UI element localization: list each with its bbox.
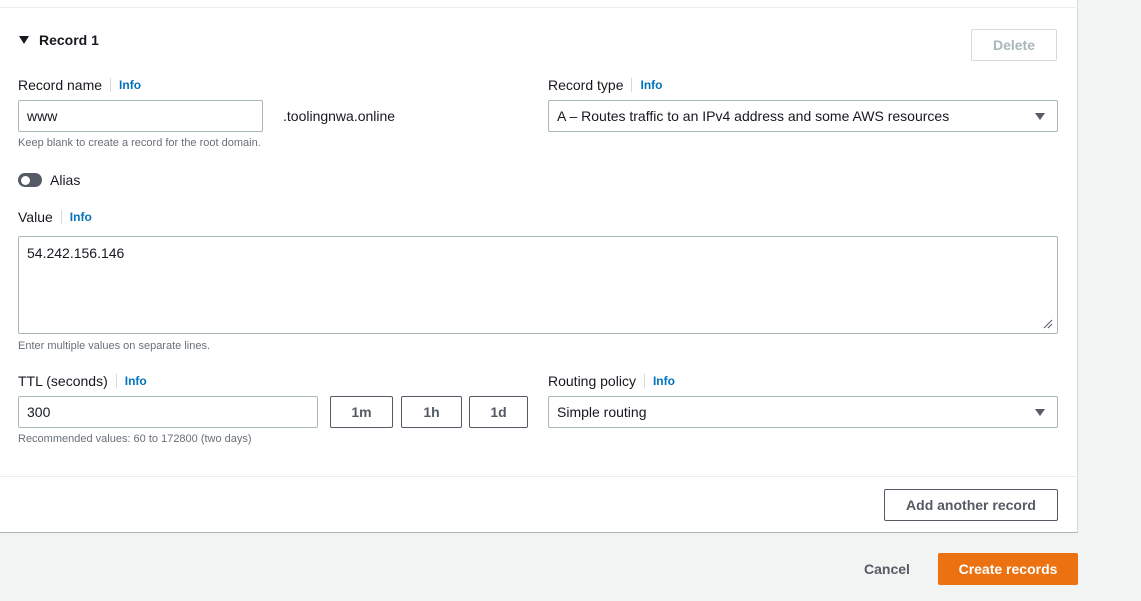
delete-button[interactable]: Delete bbox=[971, 29, 1057, 61]
cancel-button[interactable]: Cancel bbox=[864, 561, 910, 577]
routing-policy-label: Routing policy bbox=[548, 373, 636, 389]
record-panel: Record 1 Delete Record name Info www .to… bbox=[0, 0, 1078, 533]
ttl-label: TTL (seconds) bbox=[18, 373, 108, 389]
record-type-label: Record type bbox=[548, 77, 624, 93]
routing-policy-label-group: Routing policy Info bbox=[548, 373, 675, 389]
value-text: 54.242.156.146 bbox=[27, 245, 125, 261]
toggle-knob bbox=[21, 176, 30, 185]
alias-toggle[interactable] bbox=[18, 173, 42, 187]
value-label-group: Value Info bbox=[18, 209, 92, 225]
caret-down-icon bbox=[1035, 409, 1045, 416]
record-type-value: A – Routes traffic to an IPv4 address an… bbox=[557, 108, 950, 124]
resize-handle-icon[interactable] bbox=[1043, 319, 1053, 329]
ttl-info-link[interactable]: Info bbox=[115, 374, 147, 388]
record-type-info-link[interactable]: Info bbox=[631, 78, 662, 92]
record-header[interactable]: Record 1 bbox=[19, 32, 99, 48]
ttl-1h-button[interactable]: 1h bbox=[401, 396, 462, 428]
routing-policy-info-link[interactable]: Info bbox=[643, 374, 675, 388]
caret-down-icon bbox=[1035, 113, 1045, 120]
ttl-1d-button[interactable]: 1d bbox=[469, 396, 528, 428]
record-type-label-group: Record type Info bbox=[548, 77, 662, 93]
record-name-info-link[interactable]: Info bbox=[110, 78, 141, 92]
alias-toggle-group[interactable]: Alias bbox=[18, 172, 80, 188]
record-name-label: Record name bbox=[18, 77, 103, 93]
caret-down-icon bbox=[19, 36, 29, 44]
record-title: Record 1 bbox=[39, 32, 99, 48]
value-hint: Enter multiple values on separate lines. bbox=[18, 340, 210, 352]
value-info-link[interactable]: Info bbox=[60, 210, 92, 224]
routing-policy-select[interactable]: Simple routing bbox=[548, 396, 1058, 428]
create-records-button[interactable]: Create records bbox=[938, 553, 1078, 585]
ttl-input[interactable]: 300 bbox=[18, 396, 318, 428]
record-name-input[interactable]: www bbox=[18, 100, 263, 132]
record-name-label-group: Record name Info bbox=[18, 77, 141, 93]
record-type-select[interactable]: A – Routes traffic to an IPv4 address an… bbox=[548, 100, 1058, 132]
ttl-label-group: TTL (seconds) Info bbox=[18, 373, 147, 389]
value-textarea[interactable]: 54.242.156.146 bbox=[18, 236, 1058, 334]
routing-policy-value: Simple routing bbox=[557, 404, 647, 420]
add-another-record-button[interactable]: Add another record bbox=[884, 489, 1058, 521]
section-divider bbox=[0, 476, 1078, 477]
ttl-1m-button[interactable]: 1m bbox=[330, 396, 393, 428]
value-label: Value bbox=[18, 209, 53, 225]
domain-suffix: .toolingnwa.online bbox=[283, 108, 396, 124]
ttl-hint: Recommended values: 60 to 172800 (two da… bbox=[18, 433, 252, 445]
top-divider bbox=[0, 7, 1078, 8]
record-name-hint: Keep blank to create a record for the ro… bbox=[18, 137, 261, 149]
alias-label: Alias bbox=[50, 172, 81, 188]
